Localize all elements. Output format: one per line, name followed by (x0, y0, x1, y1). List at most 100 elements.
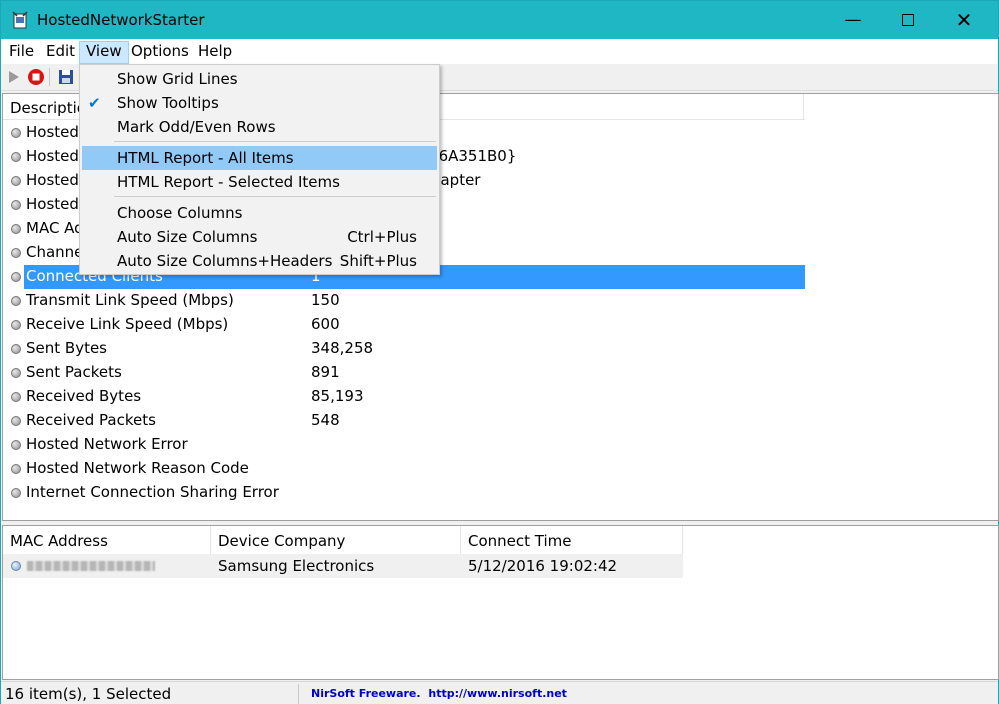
row-bullet-icon (11, 488, 21, 498)
row-bullet-icon (11, 561, 21, 571)
view-menu-item[interactable]: HTML Report - Selected Items (82, 170, 437, 194)
table-row[interactable]: Sent Packets 891 (3, 361, 805, 385)
row-bullet-icon (11, 440, 21, 450)
row-description: MAC Ad (26, 219, 84, 237)
view-menu-item[interactable]: Auto Size Columns Ctrl+Plus (82, 225, 437, 249)
clients-list[interactable]: MAC Address Device Company Connect Time … (2, 525, 999, 680)
column-header-connect-time[interactable]: Connect Time (461, 526, 683, 554)
menu-item-label: Auto Size Columns (117, 228, 258, 246)
nirsoft-link[interactable]: NirSoft Freeware. http://www.nirsoft.net (311, 687, 571, 700)
menu-item-label: Choose Columns (117, 204, 243, 222)
menu-item-label: Auto Size Columns+Headers (117, 252, 333, 270)
title-bar[interactable]: HostedNetworkStarter — ✕ (1, 1, 998, 39)
minimize-button[interactable]: — (826, 1, 880, 39)
table-row[interactable]: Received Packets 548 (3, 409, 805, 433)
menu-bar: File Edit View Options Help (1, 39, 998, 64)
connect-time-cell: 5/12/2016 19:02:42 (468, 557, 618, 575)
column-header-company[interactable]: Device Company (211, 526, 461, 554)
row-description: Hosted Network Error (26, 435, 188, 453)
app-window: HostedNetworkStarter — ✕ File Edit View … (0, 0, 999, 704)
status-divider (298, 684, 299, 704)
clients-header: MAC Address Device Company Connect Time (3, 526, 683, 554)
row-bullet-icon (11, 464, 21, 474)
link-url[interactable]: http://www.nirsoft.net (428, 687, 567, 700)
device-company-cell: Samsung Electronics (218, 557, 375, 575)
view-menu-item[interactable]: Choose Columns (82, 201, 437, 225)
network-app-icon (12, 11, 28, 29)
view-menu-item[interactable]: ✔ Show Tooltips (82, 91, 437, 115)
row-value: 85,193 (311, 387, 364, 405)
maximize-icon (902, 14, 914, 26)
table-row[interactable]: Receive Link Speed (Mbps) 600 (3, 313, 805, 337)
row-bullet-icon (11, 128, 21, 138)
menu-options[interactable]: Options (125, 42, 195, 64)
table-row[interactable]: Received Bytes 85,193 (3, 385, 805, 409)
view-menu-item[interactable]: Mark Odd/Even Rows (82, 115, 437, 139)
row-bullet-icon (11, 224, 21, 234)
column-divider[interactable] (803, 94, 804, 120)
row-value: 348,258 (311, 339, 374, 357)
row-bullet-icon (11, 320, 21, 330)
menu-help[interactable]: Help (192, 42, 238, 64)
row-description: Hosted (26, 123, 79, 141)
table-row[interactable]: Transmit Link Speed (Mbps) 150 (3, 289, 805, 313)
row-description: Hosted (26, 171, 79, 189)
row-description: Received Packets (26, 411, 156, 429)
menu-file[interactable]: File (3, 42, 40, 64)
table-row[interactable]: Sent Bytes 348,258 (3, 337, 805, 361)
play-icon[interactable] (5, 68, 23, 86)
maximize-button[interactable] (881, 1, 935, 39)
menu-item-shortcut: Shift+Plus (339, 252, 417, 270)
row-value: 891 (311, 363, 340, 381)
row-bullet-icon (11, 248, 21, 258)
row-bullet-icon (11, 272, 21, 282)
menu-item-label: Mark Odd/Even Rows (117, 118, 276, 136)
mac-address-blurred (27, 561, 155, 571)
row-description: Hosted (26, 147, 79, 165)
row-description: Hosted Network Reason Code (26, 459, 249, 477)
menu-separator (114, 196, 436, 197)
save-icon[interactable] (57, 68, 75, 86)
row-description: Hosted (26, 195, 79, 213)
row-bullet-icon (11, 416, 21, 426)
row-bullet-icon (11, 152, 21, 162)
menu-item-shortcut: Ctrl+Plus (347, 228, 417, 246)
row-value: 600 (311, 315, 340, 333)
menu-view[interactable]: View (79, 41, 129, 64)
row-description: Transmit Link Speed (Mbps) (26, 291, 234, 309)
menu-item-label: HTML Report - All Items (117, 149, 294, 167)
row-description: Received Bytes (26, 387, 142, 405)
column-header-mac[interactable]: MAC Address (3, 526, 211, 554)
row-value: 548 (311, 411, 340, 429)
row-bullet-icon (11, 368, 21, 378)
row-bullet-icon (11, 392, 21, 402)
table-row[interactable]: Hosted Network Error (3, 433, 805, 457)
row-bullet-icon (11, 296, 21, 306)
row-bullet-icon (11, 200, 21, 210)
menu-item-label: Show Tooltips (117, 94, 219, 112)
window-title: HostedNetworkStarter (37, 11, 205, 29)
view-menu-item[interactable]: Show Grid Lines (82, 67, 437, 91)
row-value: 150 (311, 291, 340, 309)
toolbar-separator (49, 68, 50, 86)
stop-icon[interactable] (27, 68, 45, 86)
minimize-icon: — (844, 10, 862, 30)
table-row[interactable]: Internet Connection Sharing Error (3, 481, 805, 505)
checkmark-icon: ✔ (88, 94, 101, 112)
row-description: Sent Packets (26, 363, 122, 381)
row-description: Sent Bytes (26, 339, 107, 357)
status-count: 16 item(s), 1 Selected (5, 685, 172, 703)
close-button[interactable]: ✕ (937, 1, 991, 39)
link-name: NirSoft Freeware. (311, 687, 421, 700)
view-menu-item[interactable]: HTML Report - All Items (82, 146, 437, 170)
close-icon: ✕ (955, 8, 973, 32)
view-menu-item[interactable]: Auto Size Columns+Headers Shift+Plus (82, 249, 437, 273)
row-description: Internet Connection Sharing Error (26, 483, 279, 501)
menu-item-label: Show Grid Lines (117, 70, 238, 88)
view-menu-dropdown: Show Grid Lines ✔ Show Tooltips Mark Odd/Ev… (79, 64, 440, 275)
row-description: Receive Link Speed (Mbps) (26, 315, 229, 333)
table-row[interactable]: Samsung Electronics 5/12/2016 19:02:42 (3, 554, 683, 578)
table-row[interactable]: Hosted Network Reason Code (3, 457, 805, 481)
menu-edit[interactable]: Edit (40, 42, 81, 64)
row-bullet-icon (11, 344, 21, 354)
